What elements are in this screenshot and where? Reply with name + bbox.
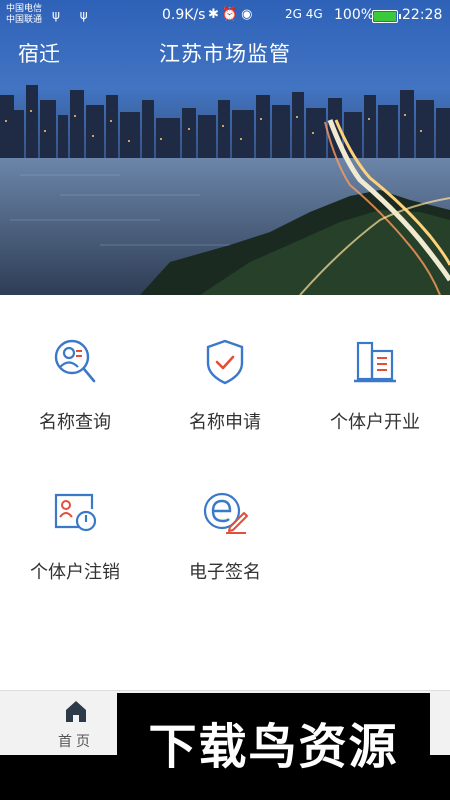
status-bar: 中国电信 中国联通 ψ ψ 0.9K/s ✱⏰◉ 2G 4G 100% 22:2… (0, 0, 450, 32)
battery-icon (372, 10, 401, 23)
watermark-logo: 下载鸟资源 (117, 693, 430, 786)
e-signature-icon (203, 492, 248, 534)
battery-percent: 100% (334, 7, 375, 23)
usb-icon: ψ ψ (52, 8, 96, 22)
nav-home-label: 首页 (58, 734, 94, 750)
shield-check-icon (206, 339, 244, 385)
page-title: 江苏市场监管 (159, 42, 291, 66)
service-label: 个体户注销 (30, 562, 120, 583)
service-business-open[interactable]: 个体户开业 (300, 295, 450, 445)
carrier-2: 中国联通 (6, 15, 43, 25)
building-icon (354, 341, 396, 383)
signal-icon: 2G 4G (285, 7, 323, 21)
service-grid: 名称查询 名称申请 个体户开业 个体户注销 电子签名 (0, 295, 450, 690)
service-label: 名称查询 (39, 412, 111, 433)
service-e-signature[interactable]: 电子签名 (150, 445, 300, 595)
carrier-1: 中国电信 (6, 4, 43, 14)
service-label: 名称申请 (189, 412, 261, 433)
name-search-icon (54, 339, 96, 383)
watermark-text: 下载鸟资源 (148, 719, 399, 775)
carrier-info: 中国电信 中国联通 (6, 4, 42, 26)
service-label: 电子签名 (189, 562, 261, 583)
home-icon (66, 701, 86, 722)
service-label: 个体户开业 (330, 412, 420, 433)
nav-home[interactable]: 首页 (40, 691, 112, 756)
status-indicator-icons: ✱⏰◉ (208, 7, 256, 22)
service-name-apply[interactable]: 名称申请 (150, 295, 300, 445)
id-card-power-icon (54, 493, 97, 532)
net-speed: 0.9K/s (162, 7, 206, 23)
service-name-search[interactable]: 名称查询 (0, 295, 150, 445)
service-business-close[interactable]: 个体户注销 (0, 445, 150, 595)
status-time: 22:28 (402, 7, 443, 23)
